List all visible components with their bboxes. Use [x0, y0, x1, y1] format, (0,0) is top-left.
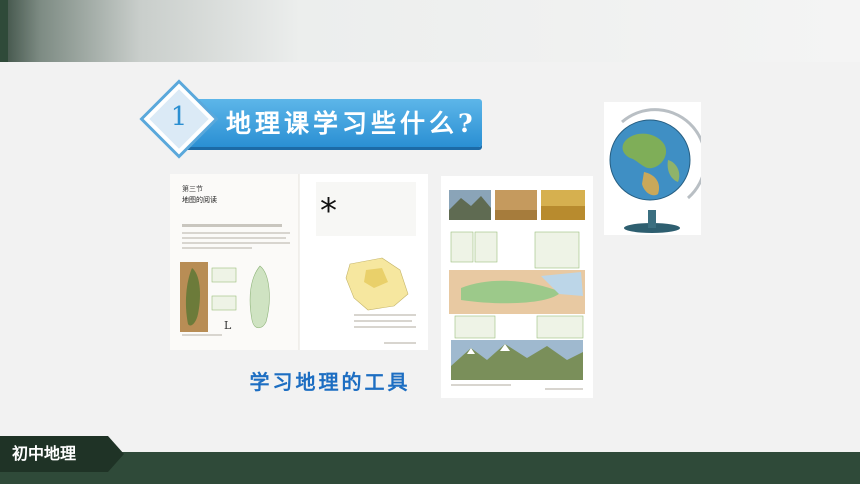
- textbook-page-map-reading: 第三节 地图的阅读 L *: [170, 174, 428, 350]
- chapter-heading: 地图的阅读: [182, 195, 217, 204]
- footer-bar: [0, 452, 860, 484]
- globe-image: [604, 102, 707, 235]
- textbook-page-landscape: [441, 176, 593, 398]
- corner-marker: L: [224, 319, 232, 332]
- tools-caption: 学习地理的工具: [249, 370, 411, 394]
- asterisk-mark: *: [320, 191, 337, 231]
- section-title: 地理课学习些什么?: [226, 109, 477, 138]
- textbook-page-illustration: 第三节 地图的阅读 L *: [170, 174, 428, 350]
- footer-subject-label: 初中地理: [0, 436, 124, 472]
- section-number: 1: [170, 102, 188, 132]
- header-band: [0, 0, 860, 62]
- section-number-badge: 1: [143, 83, 215, 155]
- globe-illustration: [604, 102, 707, 235]
- textbook-landscape-illustration: [441, 176, 593, 398]
- header-accent: [0, 0, 8, 62]
- chapter-label: 第三节: [182, 184, 203, 193]
